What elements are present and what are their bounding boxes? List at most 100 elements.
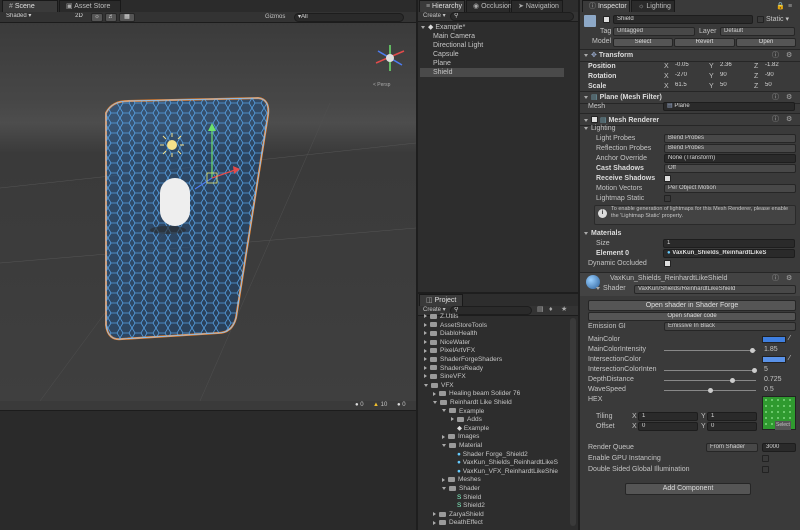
project-item[interactable]: Healing beam Solider 76 [433, 390, 520, 398]
lighting-foldout[interactable]: Lighting [584, 124, 616, 133]
project-item[interactable]: Shader [442, 485, 480, 493]
expand-icon[interactable] [424, 374, 427, 379]
material-settings-icon[interactable]: ⚙ [786, 274, 792, 283]
layer-dropdown[interactable]: Default [720, 27, 795, 36]
filter-type-icon[interactable]: ▤ [537, 305, 544, 314]
tab-navigation[interactable]: ➤ Navigation [511, 0, 563, 12]
depth-distance-slider[interactable] [664, 378, 756, 383]
shading-dropdown[interactable]: Shaded ▾ [3, 13, 59, 22]
hierarchy-item[interactable]: Shield [420, 68, 564, 77]
project-item[interactable]: Meshes [442, 476, 481, 484]
slider-knob[interactable] [730, 378, 735, 383]
model-open-button[interactable]: Open [736, 38, 796, 47]
static-checkbox[interactable] [757, 16, 764, 23]
render-queue-dropdown[interactable]: From Shader [706, 443, 758, 452]
expand-icon[interactable] [433, 512, 436, 517]
hierarchy-item[interactable]: Plane [433, 59, 451, 68]
expand-icon[interactable] [424, 365, 427, 370]
project-search[interactable]: ⚲ [450, 306, 532, 315]
offset-y-field[interactable]: 0 [707, 422, 757, 431]
mesh-renderer-help-icon[interactable]: ⓘ [772, 115, 779, 124]
reflection-probes-dropdown[interactable]: Blend Probes [664, 144, 796, 153]
console-error-count[interactable]: ● 0 [397, 401, 406, 410]
project-item[interactable]: Material [442, 442, 482, 450]
intersection-color-inten-value[interactable]: 5 [764, 365, 768, 374]
transform-help-icon[interactable]: ⓘ [772, 51, 779, 60]
object-name-field[interactable]: Shield [613, 15, 753, 24]
console-info-count[interactable]: ● 0 [355, 401, 364, 410]
expand-icon[interactable] [424, 348, 427, 353]
transform-scale-x-field[interactable]: 61.5 [672, 82, 706, 91]
tiling-y-field[interactable]: 1 [707, 412, 757, 421]
intersection-color-picker-icon[interactable]: ⁄ [789, 354, 790, 363]
lightmap-static-checkbox[interactable] [664, 195, 671, 202]
material-help-icon[interactable]: ⓘ [772, 274, 779, 283]
transform-rotation-z-field[interactable]: -90 [762, 72, 796, 81]
expand-icon[interactable] [442, 443, 446, 447]
hierarchy-scene-row[interactable]: ◆ Example* [421, 23, 465, 32]
expand-icon[interactable] [424, 340, 427, 345]
transform-rotation-x-field[interactable]: -270 [672, 72, 706, 81]
open-shader-code-button[interactable]: Open shader code [588, 312, 796, 321]
project-item[interactable]: S Shield [451, 494, 481, 502]
scene-viewport[interactable]: < Persp [0, 23, 416, 401]
emission-gi-dropdown[interactable]: Emissive In Black [664, 322, 796, 331]
light-probes-dropdown[interactable]: Blend Probes [664, 134, 796, 143]
gizmos-dropdown[interactable]: Gizmos [265, 13, 285, 22]
element0-field[interactable]: ● VaxKun_Shields_ReinhardtLikeS [663, 249, 795, 258]
project-item[interactable]: Reinhardt Like Shield [433, 399, 512, 407]
expand-icon[interactable] [442, 486, 446, 490]
project-item[interactable]: VFX [424, 382, 454, 390]
gpu-instancing-checkbox[interactable] [762, 455, 769, 462]
filter-label-icon[interactable]: ♦ [549, 305, 553, 314]
project-item[interactable]: ● VaxKun_Shields_ReinhardtLikeS [451, 459, 558, 467]
intersection-color-inten-slider[interactable] [664, 368, 757, 373]
render-queue-field[interactable]: 3000 [762, 443, 796, 452]
transform-rotation-y-field[interactable]: 90 [717, 72, 751, 81]
tab-lighting[interactable]: ☼ Lighting [631, 0, 675, 12]
main-color-intensity-value[interactable]: 1.85 [764, 345, 778, 354]
project-scrollbar[interactable] [570, 318, 576, 526]
project-item[interactable]: ShadersReady [424, 365, 483, 373]
hierarchy-item[interactable]: Directional Light [433, 41, 483, 50]
favorite-icon[interactable]: ★ [561, 305, 567, 314]
model-select-button[interactable]: Select [613, 38, 673, 47]
slider-knob[interactable] [752, 368, 757, 373]
project-item[interactable]: Example [442, 408, 484, 416]
project-item[interactable]: PixelArtVFX [424, 347, 475, 355]
project-item[interactable]: S Shield2 [451, 502, 485, 510]
main-color-picker-icon[interactable]: ⁄ [789, 334, 790, 343]
transform-position-z-field[interactable]: -1.82 [762, 62, 796, 71]
add-component-button[interactable]: Add Component [625, 483, 751, 495]
hierarchy-item[interactable]: Capsule [433, 50, 459, 59]
transform-position-y-field[interactable]: 2.36 [717, 62, 751, 71]
tab-asset-store[interactable]: ▣ Asset Store [59, 0, 121, 12]
dynamic-occluded-checkbox[interactable] [664, 260, 671, 267]
expand-icon[interactable] [424, 383, 428, 387]
audio-toggle[interactable]: ♬ [105, 13, 117, 22]
inspector-lock-icon[interactable]: 🔒 [776, 2, 785, 11]
expand-icon[interactable] [433, 391, 436, 396]
tab-occlusion[interactable]: ◉ Occlusion [466, 0, 512, 12]
expand-icon[interactable] [442, 477, 445, 482]
mesh-renderer-checkbox[interactable] [591, 116, 598, 123]
project-item[interactable]: Z.Utils [424, 313, 458, 321]
expand-icon[interactable] [442, 409, 446, 413]
offset-x-field[interactable]: 0 [638, 422, 698, 431]
lighting-toggle[interactable]: ☼ [91, 13, 103, 22]
expand-icon[interactable] [442, 434, 445, 439]
mode-2d-button[interactable]: 2D [70, 13, 88, 22]
project-item[interactable]: DeathEffect [433, 519, 483, 527]
project-item[interactable]: ZaryaShield [433, 511, 484, 519]
expand-icon[interactable] [424, 357, 427, 362]
size-field[interactable]: 1 [663, 239, 795, 248]
tiling-x-field[interactable]: 1 [638, 412, 698, 421]
expand-icon[interactable] [424, 322, 427, 327]
project-item[interactable]: Images [442, 433, 479, 441]
inspector-menu-icon[interactable]: ≡ [788, 2, 792, 11]
expand-icon[interactable] [424, 314, 427, 319]
tab-inspector[interactable]: ⓘ Inspector [582, 0, 630, 12]
expand-icon[interactable] [433, 520, 436, 525]
anchor-override-field[interactable]: None (Transform) [664, 154, 796, 163]
hierarchy-create-button[interactable]: Create ▾ [423, 12, 446, 21]
